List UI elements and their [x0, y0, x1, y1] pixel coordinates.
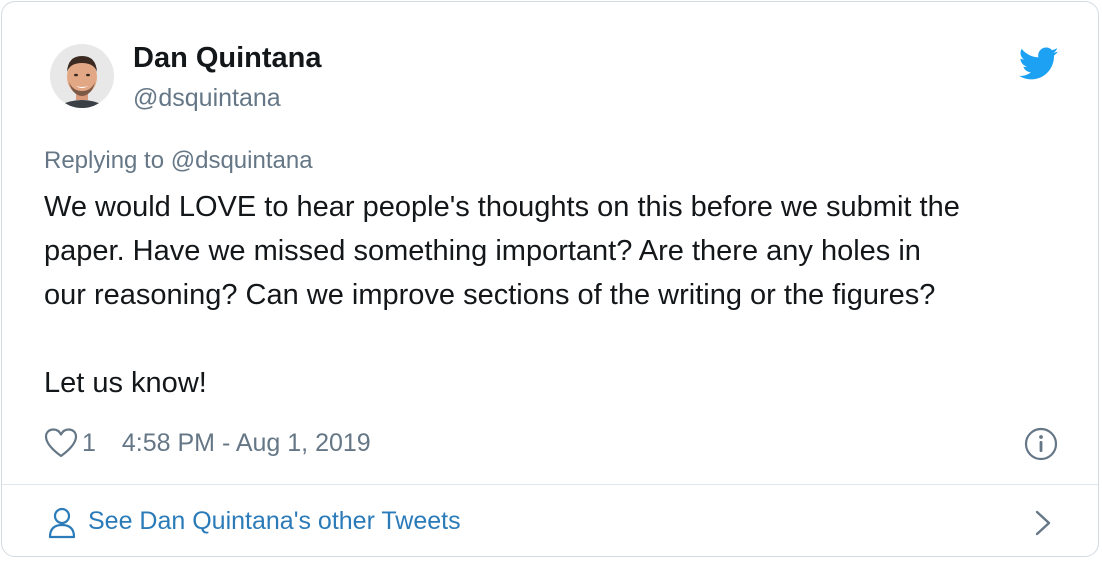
- author-name[interactable]: Dan Quintana: [133, 42, 322, 75]
- heart-icon[interactable]: [44, 427, 78, 459]
- tweet-line: We would LOVE to hear people's thoughts …: [44, 191, 960, 223]
- paragraph-break: [44, 317, 1069, 361]
- timestamp[interactable]: 4:58 PM - Aug 1, 2019: [122, 429, 371, 458]
- avatar[interactable]: [50, 44, 114, 108]
- tweet-line: paper. Have we missed something importan…: [44, 235, 921, 267]
- twitter-bird-icon[interactable]: [1019, 47, 1059, 81]
- chevron-right-icon[interactable]: [1032, 509, 1054, 537]
- author-handle[interactable]: @dsquintana: [133, 84, 281, 113]
- tweet-text: We would LOVE to hear people's thoughts …: [44, 185, 1069, 405]
- info-icon[interactable]: [1024, 427, 1058, 461]
- see-other-tweets-label[interactable]: See Dan Quintana's other Tweets: [88, 507, 461, 536]
- tweet-card: Dan Quintana @dsquintana Replying to @ds…: [1, 1, 1099, 557]
- see-other-tweets-link[interactable]: See Dan Quintana's other Tweets: [2, 485, 1098, 556]
- tweet-line: our reasoning? Can we improve sections o…: [44, 279, 936, 311]
- avatar-image: [50, 44, 114, 108]
- like-count[interactable]: 1: [82, 429, 96, 458]
- person-icon: [48, 507, 76, 539]
- replying-to-label[interactable]: Replying to @dsquintana: [44, 147, 313, 175]
- tweet-line: Let us know!: [44, 367, 207, 399]
- tweet-meta: 1 4:58 PM - Aug 1, 2019: [44, 425, 371, 461]
